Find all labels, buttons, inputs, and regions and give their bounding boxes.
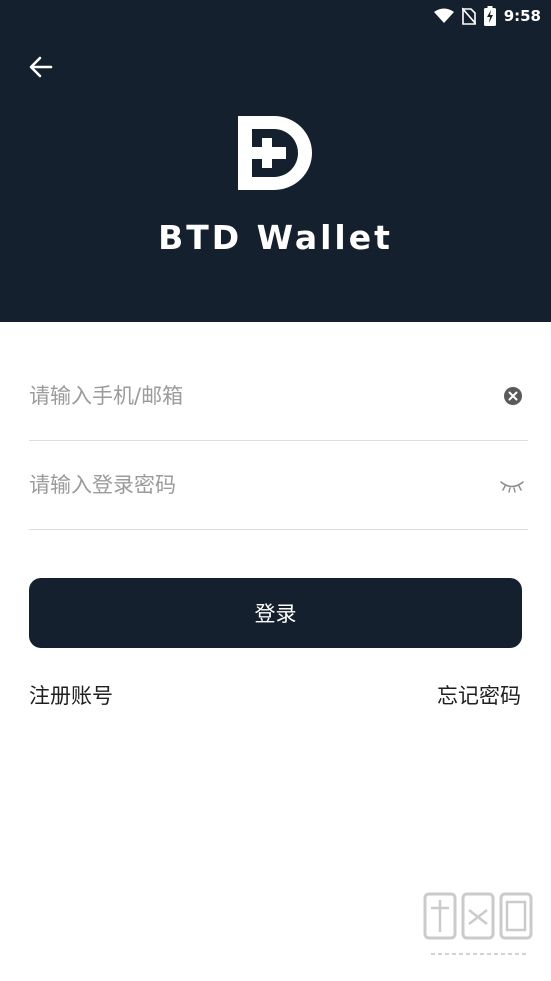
btd-logo	[238, 116, 312, 190]
back-arrow-icon	[29, 56, 53, 78]
password-input[interactable]	[29, 441, 489, 529]
status-time: 9:58	[503, 7, 541, 25]
account-input[interactable]	[29, 352, 489, 440]
register-link[interactable]: 注册账号	[29, 680, 113, 710]
forgot-password-link[interactable]: 忘记密码	[437, 680, 521, 710]
login-button[interactable]: 登录	[29, 578, 522, 648]
app-name: BTD Wallet	[158, 218, 393, 257]
wifi-icon	[433, 8, 454, 23]
battery-charging-icon	[483, 6, 496, 26]
header: 9:58 BTD Wallet	[0, 0, 551, 322]
eye-closed-icon[interactable]	[500, 479, 524, 493]
no-sim-icon	[461, 7, 476, 25]
password-field	[29, 441, 528, 530]
watermark-logo	[423, 892, 533, 955]
account-field	[29, 352, 528, 441]
clear-icon[interactable]	[504, 387, 522, 405]
status-bar: 9:58	[433, 4, 541, 28]
back-button[interactable]	[22, 50, 60, 84]
